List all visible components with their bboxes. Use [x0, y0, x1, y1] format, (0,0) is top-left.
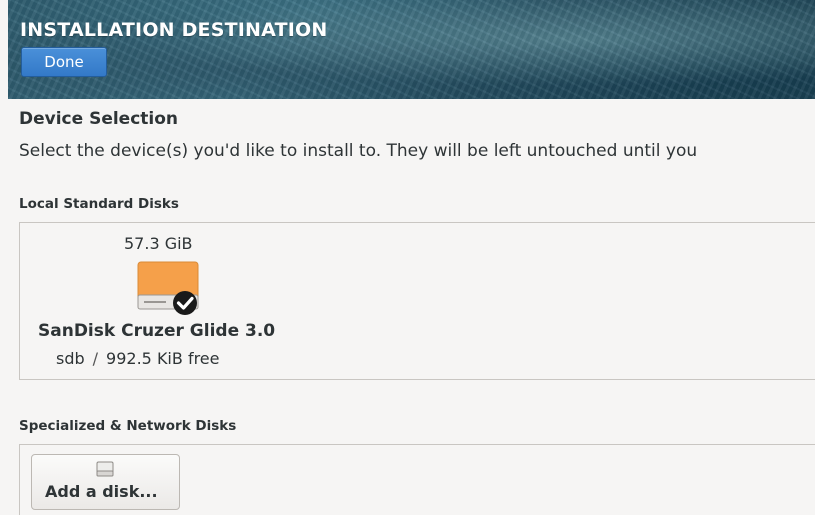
specialized-network-disks-label: Specialized & Network Disks [19, 418, 237, 434]
header-background-texture [8, 0, 815, 99]
header-banner: INSTALLATION DESTINATION Done [8, 0, 815, 99]
drive-harddisk-icon[interactable] [136, 261, 202, 317]
page-title: INSTALLATION DESTINATION [20, 19, 328, 41]
device-selection-heading: Device Selection [19, 109, 179, 129]
disk-details-separator: / [92, 349, 99, 368]
disk-size: 57.3 GiB [124, 234, 193, 253]
add-disk-button[interactable]: Add a disk... [31, 454, 180, 510]
disk-add-icon [96, 461, 114, 477]
local-standard-disks-label: Local Standard Disks [19, 196, 179, 212]
installation-destination-page: INSTALLATION DESTINATION Done Device Sel… [0, 0, 815, 515]
disk-name: SanDisk Cruzer Glide 3.0 [38, 321, 276, 341]
disk-free-space: 992.5 KiB free [106, 349, 220, 368]
device-selection-description: Select the device(s) you'd like to insta… [19, 141, 698, 161]
disk-details: sdb / 992.5 KiB free [56, 349, 219, 368]
specialized-disks-panel: Add a disk... [19, 444, 815, 515]
local-disks-panel: 57.3 GiB SanDisk Cruzer Glide 3.0 sdb / 99… [19, 222, 815, 380]
add-disk-label: Add a disk... [45, 482, 158, 501]
disk-device: sdb [56, 349, 85, 368]
selected-check-icon [173, 291, 197, 315]
done-button[interactable]: Done [21, 47, 107, 77]
